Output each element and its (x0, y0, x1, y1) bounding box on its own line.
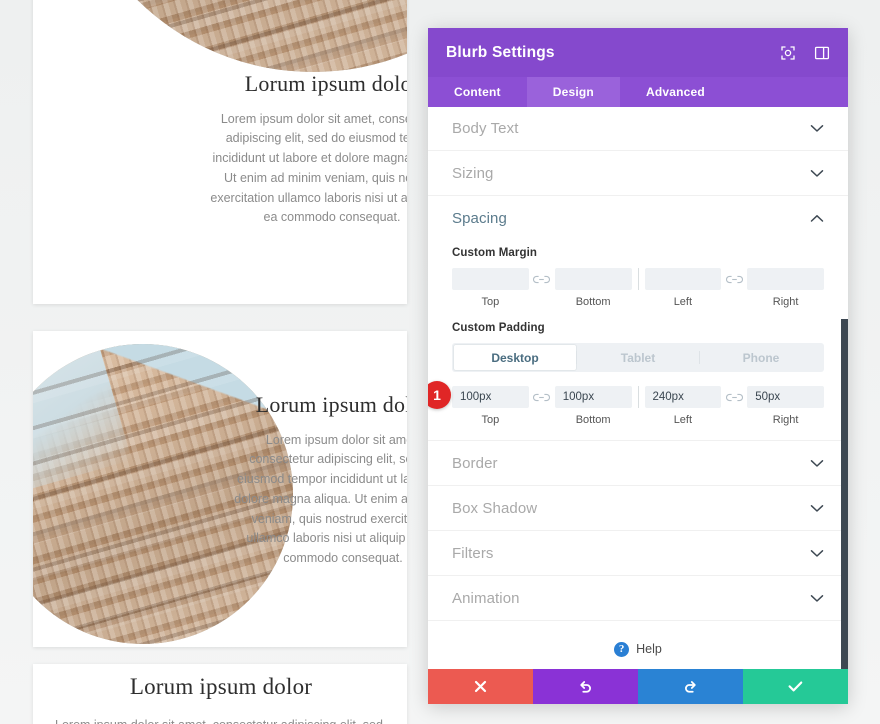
margin-left-label: Left (673, 296, 693, 308)
margin-top-input[interactable] (452, 268, 529, 290)
blurb-content: Lorum ipsum dolor Lorem ipsum dolor sit … (233, 391, 407, 569)
redo-arrow-icon (683, 679, 698, 694)
question-mark-icon: ? (614, 641, 630, 657)
blurb-settings-modal: Blurb Settings Content Design Advanced B… (428, 28, 848, 704)
section-label: Box Shadow (452, 499, 538, 517)
padding-bottom-input[interactable] (554, 386, 632, 408)
chevron-down-icon (810, 169, 824, 178)
device-tabs: Desktop Tablet Phone (452, 343, 824, 372)
padding-left-label: Left (673, 414, 693, 426)
section-box-shadow[interactable]: Box Shadow (428, 486, 848, 531)
chevron-down-icon (810, 549, 824, 558)
modal-tabs: Content Design Advanced (428, 77, 848, 107)
blurb-content: Lorum ipsum dolor Lorem ipsum dolor sit … (208, 70, 407, 228)
section-spacing[interactable]: Spacing (428, 196, 848, 241)
padding-left-input[interactable] (644, 386, 722, 408)
checkmark-icon (788, 680, 803, 693)
help-row[interactable]: ? Help (428, 621, 848, 669)
margin-left-input[interactable] (644, 268, 722, 290)
tab-advanced[interactable]: Advanced (620, 77, 731, 107)
margin-right-label: Right (772, 296, 799, 308)
custom-margin-label: Custom Margin (452, 247, 537, 259)
blurb-card[interactable]: Lorum ipsum dolor Lorem ipsum dolor sit … (33, 331, 407, 647)
close-x-icon (474, 680, 487, 693)
blurb-text: Lorem ipsum dolor sit amet, consectetur … (55, 716, 387, 724)
margin-top-label: Top (481, 296, 500, 308)
undo-arrow-icon (578, 679, 593, 694)
panel-layout-icon[interactable] (813, 44, 830, 61)
custom-margin-fields: Top Bottom Left Right (452, 268, 824, 308)
device-tab-desktop[interactable]: Desktop (454, 345, 576, 370)
blurb-image (63, 0, 407, 72)
padding-bottom-label: Bottom (575, 414, 611, 426)
screen: Lorum ipsum dolor Lorem ipsum dolor sit … (0, 0, 880, 724)
section-label: Filters (452, 544, 494, 562)
device-tab-phone[interactable]: Phone (700, 345, 822, 370)
modal-scrollbar[interactable] (841, 319, 848, 669)
undo-button[interactable] (533, 669, 638, 704)
cancel-button[interactable] (428, 669, 533, 704)
blurb-card[interactable]: Lorum ipsum dolor Lorem ipsum dolor sit … (33, 0, 407, 304)
modal-header: Blurb Settings (428, 28, 848, 77)
blurb-text: Lorem ipsum dolor sit amet, consectetur … (210, 111, 407, 225)
modal-header-actions (779, 44, 830, 61)
tab-design[interactable]: Design (526, 77, 620, 107)
section-border[interactable]: Border (428, 441, 848, 486)
padding-right-label: Right (772, 414, 799, 426)
section-filters[interactable]: Filters (428, 531, 848, 576)
divider (637, 386, 639, 408)
section-label: Spacing (452, 210, 507, 227)
section-label: Body Text (452, 120, 519, 137)
focus-target-icon[interactable] (779, 44, 796, 61)
chevron-down-icon (810, 504, 824, 513)
redo-button[interactable] (638, 669, 743, 704)
link-chain-icon[interactable] (529, 386, 555, 408)
margin-bottom-input[interactable] (554, 268, 632, 290)
modal-title: Blurb Settings (446, 43, 555, 61)
modal-body: Body Text Sizing Spacing Custom Margin T… (428, 107, 848, 669)
section-label: Animation (452, 589, 520, 607)
blurb-title: Lorum ipsum dolor (129, 674, 313, 699)
help-label: Help (636, 642, 662, 656)
save-button[interactable] (743, 669, 848, 704)
link-chain-icon[interactable] (721, 386, 747, 408)
margin-right-input[interactable] (747, 268, 824, 290)
tab-content[interactable]: Content (428, 77, 527, 107)
step-badge: 1 (428, 381, 451, 409)
section-sizing[interactable]: Sizing (428, 151, 848, 196)
padding-right-input[interactable] (747, 386, 824, 408)
padding-top-label: Top (481, 414, 500, 426)
blurb-content: Lorum ipsum dolor Lorem ipsum dolor sit … (55, 673, 387, 724)
blurb-card[interactable]: Lorum ipsum dolor Lorem ipsum dolor sit … (33, 664, 407, 724)
chevron-down-icon (810, 594, 824, 603)
modal-footer (428, 669, 848, 704)
spacing-panel: Custom Margin Top Bottom Left Right Cust… (428, 247, 848, 441)
blurb-title: Lorum ipsum dolor (244, 71, 407, 96)
divider (637, 268, 639, 290)
padding-top-input[interactable] (452, 386, 529, 408)
device-tab-tablet[interactable]: Tablet (577, 345, 699, 370)
section-label: Sizing (452, 164, 494, 182)
margin-bottom-label: Bottom (575, 296, 611, 308)
custom-padding-label: Custom Padding (452, 322, 545, 334)
blurb-title: Lorum ipsum dolor (255, 392, 407, 417)
chevron-down-icon (810, 124, 824, 133)
chevron-down-icon (810, 459, 824, 468)
link-chain-icon[interactable] (529, 268, 555, 290)
section-label: Border (452, 454, 498, 472)
blurb-text: Lorem ipsum dolor sit amet, consectetur … (234, 432, 407, 566)
chevron-up-icon (810, 214, 824, 223)
section-body-text[interactable]: Body Text (428, 107, 848, 151)
link-chain-icon[interactable] (721, 268, 747, 290)
custom-padding-fields: 1 Top (428, 381, 824, 426)
section-animation[interactable]: Animation (428, 576, 848, 621)
